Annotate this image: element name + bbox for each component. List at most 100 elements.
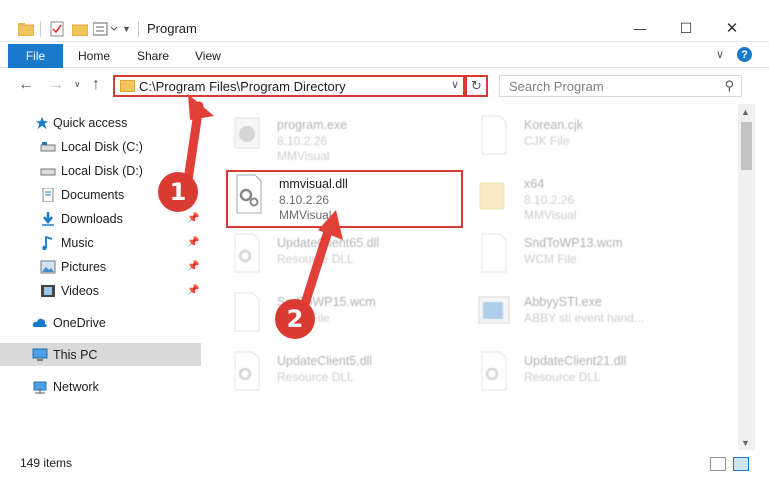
vertical-scrollbar[interactable]: ▲ ▼ — [738, 104, 755, 450]
back-icon[interactable]: ← — [18, 76, 34, 94]
list-item[interactable]: SndToWP13.wcm WCM File — [476, 232, 716, 288]
large-icons-view-icon[interactable] — [733, 457, 749, 471]
search-input[interactable]: Search Program ⚲ — [499, 75, 742, 97]
folder-icon — [479, 182, 505, 210]
scroll-thumb[interactable] — [741, 122, 752, 170]
file-name: program.exe — [277, 118, 348, 132]
refresh-icon: ↻ — [471, 78, 482, 93]
sidebar-item-pictures[interactable]: Pictures 📌 — [0, 255, 201, 278]
dll-gear-icon — [234, 351, 260, 391]
file-detail: 8.10.2.26 — [277, 134, 328, 148]
forward-icon[interactable]: → — [48, 76, 64, 94]
divider — [40, 20, 41, 38]
star-icon — [35, 116, 49, 129]
address-path: C:\Program Files\Program Directory — [139, 78, 346, 94]
navigation-bar: ← → ∨ ↑ C:\Program Files\Program Directo… — [0, 68, 769, 104]
network-icon — [33, 381, 47, 393]
annotation-badge-2: 2 — [275, 299, 315, 339]
sidebar-item-quick-access[interactable]: Quick access — [0, 111, 201, 134]
dll-gear-icon — [234, 233, 260, 273]
tab-view[interactable]: View — [195, 44, 221, 68]
properties-icon[interactable] — [50, 20, 64, 38]
exe-file-icon — [234, 117, 260, 149]
sidebar-item-label: Network — [53, 379, 99, 394]
list-item[interactable]: x64 8.10.2.26 MMVisual — [476, 173, 716, 229]
file-list: program.exe 8.10.2.26 MMVisual Korean.cj… — [205, 104, 738, 450]
pin-icon[interactable]: 📌 — [187, 261, 199, 272]
file-name: x64 — [524, 177, 545, 191]
file-detail: MMVisual — [277, 149, 330, 163]
expand-ribbon-icon[interactable]: ∨ — [716, 48, 724, 61]
annotation-badge-1: 1 — [158, 172, 198, 212]
customize-toolbar-icon[interactable] — [93, 20, 121, 38]
details-view-icon[interactable] — [710, 457, 726, 471]
file-name: AbbyySTI.exe — [524, 295, 602, 309]
sidebar-item-videos[interactable]: Videos 📌 — [0, 279, 201, 302]
new-folder-icon[interactable] — [72, 20, 88, 38]
search-placeholder: Search Program — [509, 78, 604, 94]
cloud-icon — [32, 318, 47, 327]
dll-gear-icon — [481, 351, 507, 391]
sidebar-item-label: Pictures — [61, 259, 107, 274]
pin-icon[interactable]: 📌 — [187, 213, 199, 224]
navigation-pane: Quick access Local Disk (C:) Local Disk … — [0, 104, 205, 450]
file-icon — [481, 115, 507, 155]
up-icon[interactable]: ↑ — [92, 76, 100, 94]
tab-home[interactable]: Home — [78, 44, 110, 68]
computer-icon — [32, 348, 48, 361]
file-name: Korean.cjk — [524, 118, 584, 132]
file-name: UpdateClient5.dll — [277, 354, 373, 368]
scroll-down-icon[interactable]: ▼ — [741, 438, 750, 448]
recent-locations-icon[interactable]: ∨ — [74, 79, 81, 90]
file-detail: Resource DLL — [524, 370, 601, 384]
window-title: Program — [147, 21, 197, 36]
minimize-button[interactable]: — — [617, 14, 663, 42]
sidebar-item-label: Local Disk (D:) — [61, 163, 143, 178]
list-item[interactable]: UpdateClient65.dll Resource DLL — [229, 232, 469, 288]
sidebar-item-onedrive[interactable]: OneDrive — [0, 311, 201, 334]
ribbon-tabs: File Home Share View — [0, 42, 769, 68]
search-icon: ⚲ — [724, 78, 734, 93]
file-detail: ABBY sti event hand... — [524, 311, 644, 325]
highlight-box — [226, 170, 463, 228]
pin-icon[interactable]: 📌 — [187, 237, 199, 248]
sidebar-item-label: Downloads — [61, 211, 123, 226]
list-item[interactable]: UpdateClient5.dll Resource DLL — [229, 350, 469, 406]
list-item[interactable]: Korean.cjk CJK File — [476, 114, 716, 170]
videos-icon — [41, 284, 55, 297]
scroll-up-icon[interactable]: ▲ — [741, 107, 750, 117]
tab-file[interactable]: File — [8, 44, 63, 68]
list-item[interactable]: SndToWP15.wcm WCM File — [229, 291, 469, 347]
file-detail: Resource DLL — [277, 370, 354, 384]
chevron-down-icon[interactable]: ∨ — [451, 78, 459, 91]
refresh-button[interactable]: ↻ — [465, 75, 488, 97]
tab-share[interactable]: Share — [137, 44, 169, 68]
pin-icon[interactable]: 📌 — [187, 285, 199, 296]
sidebar-item-local-disk-c[interactable]: Local Disk (C:) — [0, 135, 201, 158]
drive-icon — [40, 141, 56, 151]
status-bar: 149 items — [0, 450, 769, 484]
list-item[interactable]: AbbyySTI.exe ABBY sti event hand... — [476, 291, 716, 347]
sidebar-item-this-pc[interactable]: This PC — [0, 343, 201, 366]
file-name: SndToWP13.wcm — [524, 236, 623, 250]
drive-icon — [40, 168, 56, 175]
close-button[interactable]: ✕ — [709, 14, 755, 42]
sidebar-item-label: Music — [61, 235, 94, 250]
help-icon[interactable]: ? — [737, 47, 752, 62]
file-name: UpdateClient21.dll — [524, 354, 627, 368]
folder-icon[interactable] — [18, 20, 34, 38]
file-detail: CJK File — [524, 134, 570, 148]
folder-icon — [120, 80, 135, 92]
sidebar-item-network[interactable]: Network — [0, 375, 201, 398]
list-item[interactable]: program.exe 8.10.2.26 MMVisual — [229, 114, 469, 170]
file-icon — [481, 233, 507, 273]
sidebar-item-label: Quick access — [53, 115, 128, 130]
list-item[interactable]: UpdateClient21.dll Resource DLL — [476, 350, 716, 406]
address-bar[interactable]: C:\Program Files\Program Directory ∨ — [113, 75, 465, 97]
maximize-button[interactable]: ☐ — [663, 14, 709, 42]
dropdown-arrow-icon[interactable]: ▼ — [122, 20, 131, 38]
download-icon — [42, 211, 54, 226]
sidebar-item-music[interactable]: Music 📌 — [0, 231, 201, 254]
file-detail: 8.10.2.26 — [524, 193, 575, 207]
file-detail: Resource DLL — [277, 252, 354, 266]
